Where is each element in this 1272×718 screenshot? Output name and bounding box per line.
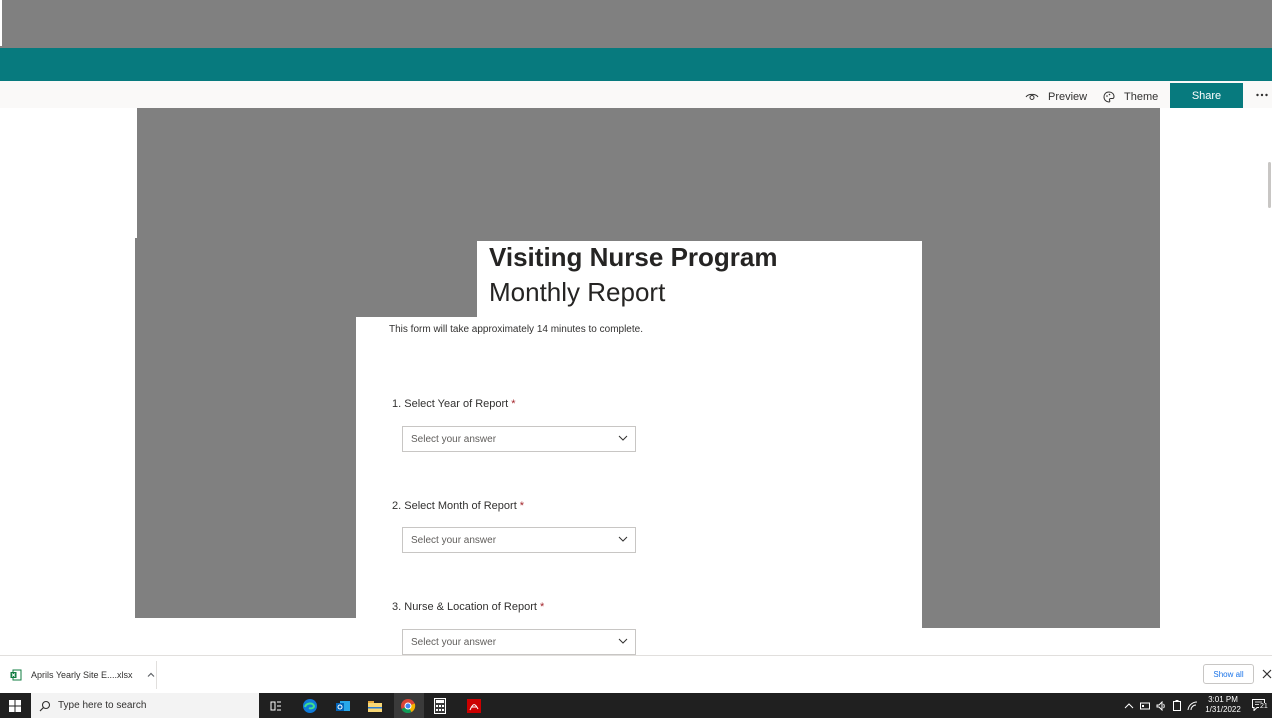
clock-time: 3:01 PM <box>1208 695 1238 704</box>
question-text: Select Month of Report <box>404 500 517 512</box>
volume-icon[interactable] <box>1156 701 1166 711</box>
question-1-label: 1. Select Year of Report * <box>392 398 516 410</box>
chevron-down-icon <box>618 638 628 644</box>
dropdown-placeholder: Select your answer <box>411 534 497 546</box>
dropdown-placeholder: Select your answer <box>411 636 497 648</box>
redaction-overlay-top <box>137 108 1160 241</box>
acrobat-icon[interactable] <box>464 696 484 716</box>
battery-icon[interactable] <box>1173 700 1181 711</box>
question-number: 2. <box>392 500 402 512</box>
download-divider <box>156 661 157 689</box>
required-marker: * <box>511 398 516 410</box>
question-text: Select Year of Report <box>404 398 509 410</box>
nurse-location-dropdown[interactable]: Select your answer <box>402 629 636 655</box>
calculator-icon[interactable] <box>430 696 450 716</box>
question-number: 3. <box>392 601 402 613</box>
question-3-label: 3. Nurse & Location of Report * <box>392 601 544 613</box>
notification-count: 21 <box>1259 703 1269 711</box>
download-item[interactable]: Aprils Yearly Site E....xlsx <box>10 667 156 683</box>
window-edge <box>0 0 2 46</box>
notification-center-button[interactable]: 21 <box>1252 698 1269 713</box>
network-icon[interactable] <box>1140 701 1150 711</box>
download-file-name: Aprils Yearly Site E....xlsx <box>31 670 133 680</box>
show-all-button[interactable]: Show all <box>1203 664 1254 684</box>
close-icon[interactable] <box>1261 668 1272 680</box>
form-subtitle: Monthly Report <box>489 277 666 307</box>
file-explorer-icon[interactable] <box>365 696 385 716</box>
dropdown-placeholder: Select your answer <box>411 433 497 445</box>
outlook-icon[interactable] <box>333 696 353 716</box>
required-marker: * <box>519 500 525 512</box>
command-bar: Preview Theme <box>0 81 1272 108</box>
month-dropdown[interactable]: Select your answer <box>402 527 636 553</box>
windows-start-icon[interactable] <box>9 700 21 712</box>
page-scrollbar[interactable] <box>1266 150 1272 655</box>
forms-header-bar <box>0 48 1272 81</box>
form-description: This form will take approximately 14 min… <box>389 324 643 335</box>
scrollbar-thumb[interactable] <box>1268 162 1271 208</box>
chevron-up-icon[interactable] <box>146 670 156 680</box>
redaction-overlay-logo <box>356 238 477 317</box>
question-number: 1. <box>392 398 402 410</box>
theme-label: Theme <box>1124 91 1159 103</box>
chevron-up-icon[interactable] <box>1124 702 1134 710</box>
redaction-overlay-left <box>135 238 356 618</box>
chevron-down-icon <box>618 435 628 441</box>
theme-button[interactable]: Theme <box>1103 89 1158 105</box>
palette-icon <box>1103 91 1115 103</box>
question-text: Nurse & Location of Report <box>404 601 537 613</box>
wifi-icon[interactable] <box>1187 701 1198 711</box>
eye-icon <box>1025 93 1039 100</box>
question-2-label: 2. Select Month of Report * <box>392 500 524 512</box>
browser-top-area <box>0 0 1272 48</box>
edge-browser-icon[interactable] <box>300 696 320 716</box>
form-title: Visiting Nurse Program <box>489 242 778 272</box>
search-placeholder: Type here to search <box>58 700 147 711</box>
clock-date: 1/31/2022 <box>1205 705 1241 714</box>
year-dropdown[interactable]: Select your answer <box>402 426 636 452</box>
taskbar-clock[interactable]: 3:01 PM 1/31/2022 <box>1200 695 1246 715</box>
windows-taskbar: Type here to search 3:01 PM 1/31/2022 21 <box>0 693 1272 718</box>
chevron-down-icon <box>618 536 628 542</box>
taskbar-search-box[interactable]: Type here to search <box>31 693 259 718</box>
more-ellipsis-icon[interactable] <box>1255 88 1269 102</box>
download-shelf: Aprils Yearly Site E....xlsx Show all <box>0 655 1272 693</box>
redaction-overlay-right <box>922 238 1160 628</box>
required-marker: * <box>539 601 545 613</box>
search-icon <box>39 700 51 711</box>
chrome-icon[interactable] <box>398 696 418 716</box>
excel-file-icon <box>10 669 22 681</box>
preview-label: Preview <box>1048 91 1088 103</box>
task-view-icon[interactable] <box>266 696 286 716</box>
share-button[interactable]: Share <box>1170 83 1243 108</box>
preview-button[interactable]: Preview <box>1025 89 1087 105</box>
